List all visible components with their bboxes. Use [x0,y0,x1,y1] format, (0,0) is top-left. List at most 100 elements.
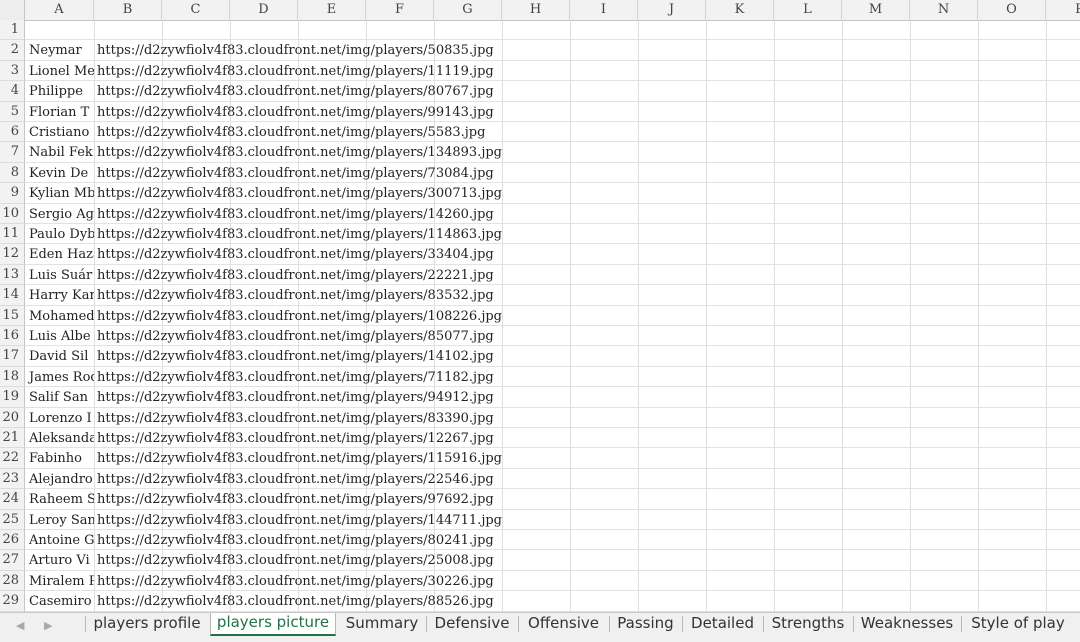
row-header[interactable]: 4 [0,81,25,102]
column-header-c[interactable]: C [162,0,230,20]
cell-picture-url[interactable]: https://d2zywfiolv4f83.cloudfront.net/im… [94,163,494,184]
cell-player-name[interactable]: Nabil Fek [26,142,94,162]
cell-player-name[interactable]: Cristiano [26,122,94,142]
row-header[interactable]: 16 [0,326,25,347]
cell-player-name[interactable]: James Rod [26,367,94,387]
row-header[interactable]: 5 [0,101,25,122]
cell-player-name[interactable]: Miralem P [26,571,94,591]
sheet-tab-players-profile[interactable]: players profile [86,613,208,635]
column-header-m[interactable]: M [842,0,910,20]
cell-picture-url[interactable]: https://d2zywfiolv4f83.cloudfront.net/im… [94,224,502,245]
cell-picture-url[interactable]: https://d2zywfiolv4f83.cloudfront.net/im… [94,448,502,469]
cell-player-name[interactable]: Kylian Mb [26,183,94,203]
cell-picture-url[interactable]: https://d2zywfiolv4f83.cloudfront.net/im… [94,550,494,571]
row-header[interactable]: 13 [0,264,25,286]
cell-picture-url[interactable]: https://d2zywfiolv4f83.cloudfront.net/im… [94,183,502,204]
sheet-tab-defensive[interactable]: Defensive [427,613,517,635]
row-header[interactable]: 19 [0,387,25,408]
cell-picture-url[interactable]: https://d2zywfiolv4f83.cloudfront.net/im… [94,244,494,265]
cell-picture-url[interactable]: https://d2zywfiolv4f83.cloudfront.net/im… [94,204,494,225]
cell-player-name[interactable]: Lorenzo I [26,408,94,428]
sheet-tab-style-of-play[interactable]: Style of play [962,613,1074,635]
row-header[interactable]: 7 [0,142,25,163]
row-header[interactable]: 3 [0,60,25,82]
cell-player-name[interactable]: Arturo Vi [26,550,94,570]
cell-player-name[interactable]: Florian T [26,102,94,122]
column-header-l[interactable]: L [774,0,842,20]
sheet-tab-weaknesses[interactable]: Weaknesses [854,613,960,635]
cell-player-name[interactable]: Salif San [26,387,94,407]
row-header[interactable]: 29 [0,591,25,612]
cell-player-name[interactable]: Paulo Dyb [26,224,94,244]
sheet-tab-players-picture[interactable]: players picture [210,613,336,636]
column-header-o[interactable]: O [978,0,1046,20]
row-header[interactable]: 11 [0,224,25,245]
spreadsheet-grid[interactable]: ABCDEFGHIJKLMNOP 1 2 Neymar https://d2zywfi… [0,0,1080,612]
cell-player-name[interactable]: Aleksanda [26,428,94,448]
cell-picture-url[interactable]: https://d2zywfiolv4f83.cloudfront.net/im… [94,367,494,388]
row-header[interactable]: 9 [0,183,25,204]
row-header[interactable]: 20 [0,407,25,428]
column-header-a[interactable]: A [25,0,94,20]
cell-picture-url[interactable]: https://d2zywfiolv4f83.cloudfront.net/im… [94,265,494,286]
column-header-p[interactable]: P [1046,0,1080,20]
cell-picture-url[interactable]: https://d2zywfiolv4f83.cloudfront.net/im… [94,510,502,531]
cell-player-name[interactable]: Philippe [26,81,94,101]
row-header[interactable]: 24 [0,489,25,510]
row-header[interactable]: 21 [0,428,25,449]
row-header[interactable]: 10 [0,203,25,224]
sheet-tab-strengths[interactable]: Strengths [764,613,852,635]
row-header[interactable]: 12 [0,244,25,265]
cell-picture-url[interactable]: https://d2zywfiolv4f83.cloudfront.net/im… [94,40,494,61]
cell-player-name[interactable]: Neymar [26,40,94,60]
cell-player-name[interactable]: Lionel Me [26,61,94,81]
select-all-corner[interactable] [0,0,25,20]
cell-player-name[interactable]: Fabinho [26,448,94,468]
cell-picture-url[interactable]: https://d2zywfiolv4f83.cloudfront.net/im… [94,530,494,551]
row-header[interactable]: 23 [0,468,25,490]
cell-player-name[interactable]: Leroy San [26,510,94,530]
triangle-right-icon[interactable]: ▶ [44,619,52,632]
cell-picture-url[interactable]: https://d2zywfiolv4f83.cloudfront.net/im… [94,428,494,449]
cell-picture-url[interactable]: https://d2zywfiolv4f83.cloudfront.net/im… [94,285,494,306]
cell-player-name[interactable]: Sergio Ag [26,204,94,224]
sheet-tab-passing[interactable]: Passing [610,613,681,635]
column-header-h[interactable]: H [502,0,570,20]
cell-picture-url[interactable]: https://d2zywfiolv4f83.cloudfront.net/im… [94,571,494,592]
column-header-i[interactable]: I [570,0,638,20]
row-header[interactable]: 26 [0,530,25,551]
row-header[interactable]: 1 [0,20,25,41]
row-header[interactable]: 8 [0,162,25,184]
cell-picture-url[interactable]: https://d2zywfiolv4f83.cloudfront.net/im… [94,122,485,143]
column-header-g[interactable]: G [434,0,502,20]
row-header[interactable]: 2 [0,40,25,61]
cell-player-name[interactable]: Raheem St [26,489,94,509]
cell-player-name[interactable]: Harry Kan [26,285,94,305]
sheet-tab-offensive[interactable]: Offensive [519,613,608,635]
column-header-f[interactable]: F [366,0,434,20]
column-header-j[interactable]: J [638,0,706,20]
cell-player-name[interactable]: Alejandro [26,469,94,489]
row-header[interactable]: 18 [0,366,25,388]
row-header[interactable]: 27 [0,550,25,571]
row-header[interactable]: 25 [0,509,25,530]
cell-player-name[interactable]: Luis Albe [26,326,94,346]
column-header-n[interactable]: N [910,0,978,20]
sheet-tab-summary[interactable]: Summary [338,613,426,635]
column-header-d[interactable]: D [230,0,298,20]
row-header[interactable]: 6 [0,122,25,143]
cell-player-name[interactable] [26,20,94,40]
cell-player-name[interactable]: Antoine G [26,530,94,550]
row-header[interactable]: 22 [0,448,25,469]
triangle-left-icon[interactable]: ◀ [16,619,24,632]
cell-player-name[interactable]: Eden Haza [26,244,94,264]
row-header[interactable]: 28 [0,570,25,592]
cell-picture-url[interactable]: https://d2zywfiolv4f83.cloudfront.net/im… [94,346,494,367]
cell-player-name[interactable]: Luis Suár [26,265,94,285]
cell-player-name[interactable]: Mohamed S [26,306,94,326]
column-header-k[interactable]: K [706,0,774,20]
column-header-e[interactable]: E [298,0,366,20]
cell-picture-url[interactable]: https://d2zywfiolv4f83.cloudfront.net/im… [94,81,494,102]
cell-picture-url[interactable]: https://d2zywfiolv4f83.cloudfront.net/im… [94,61,494,82]
cell-player-name[interactable]: David Sil [26,346,94,366]
